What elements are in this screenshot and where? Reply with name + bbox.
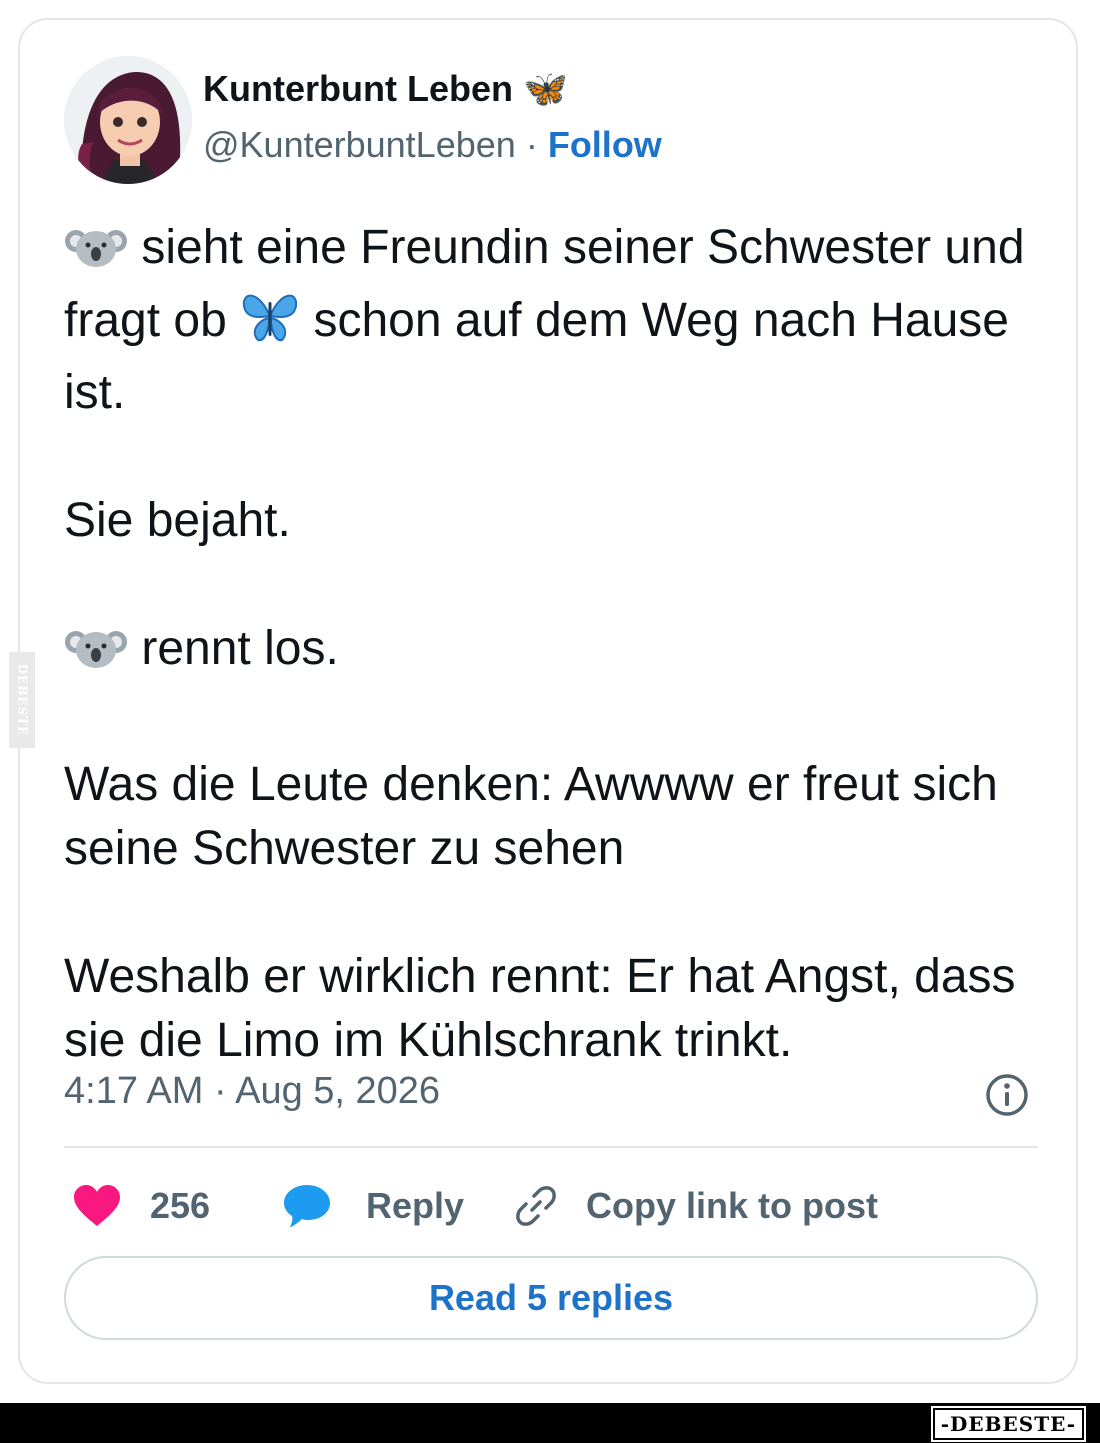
side-watermark-text: DEBESTE (15, 663, 29, 737)
tweet-line-3: rennt los. (141, 622, 339, 675)
koala-icon (64, 223, 128, 288)
avatar-illustration (64, 56, 192, 184)
footer-watermark-logo: -DEBESTE- (930, 1406, 1087, 1442)
reply-bubble-icon (284, 1185, 330, 1227)
tweet-paragraph: Was die Leute denken: Awwww er freut sic… (64, 758, 998, 875)
reply-button[interactable]: Reply (282, 1176, 464, 1236)
info-icon[interactable] (984, 1072, 1030, 1118)
tweet-card: Kunterbunt Leben 🦋 @KunterbuntLeben · Fo… (18, 18, 1078, 1384)
like-button[interactable]: 256 (72, 1176, 210, 1236)
tweet-text: sieht eine Freundin seiner Schwester und… (64, 216, 1054, 1073)
author-handle[interactable]: @KunterbuntLeben (203, 124, 516, 165)
footer-bar: -DEBESTE- (0, 1403, 1100, 1443)
side-watermark-logo: DEBESTE (9, 652, 35, 748)
tweet-paragraph: Sie bejaht. (64, 494, 291, 547)
koala-icon (64, 624, 128, 689)
avatar[interactable] (64, 56, 192, 184)
copy-link-label: Copy link to post (586, 1185, 878, 1226)
heart-icon (74, 1185, 120, 1226)
handle-line: @KunterbuntLeben · Follow (203, 124, 662, 166)
butterfly-icon (240, 288, 300, 361)
reply-label: Reply (366, 1185, 465, 1226)
tweet-timestamp[interactable]: 4:17 AM · Aug 5, 2026 (64, 1070, 440, 1113)
handle-separator: · (525, 124, 538, 165)
tweet-paragraph: Weshalb er wirklich rennt: Er hat Angst,… (64, 950, 1016, 1067)
tweet-paragraph: sieht eine Freundin seiner Schwester und… (64, 216, 1054, 425)
tweet-paragraph: rennt los. (64, 617, 1054, 689)
read-replies-button[interactable]: Read 5 replies (64, 1256, 1038, 1340)
divider (64, 1146, 1038, 1148)
author-name[interactable]: Kunterbunt Leben 🦋 (203, 68, 568, 110)
copy-link-button[interactable]: Copy link to post (512, 1176, 878, 1236)
link-icon (516, 1186, 556, 1226)
follow-button[interactable]: Follow (548, 124, 662, 165)
like-count: 256 (150, 1185, 211, 1226)
